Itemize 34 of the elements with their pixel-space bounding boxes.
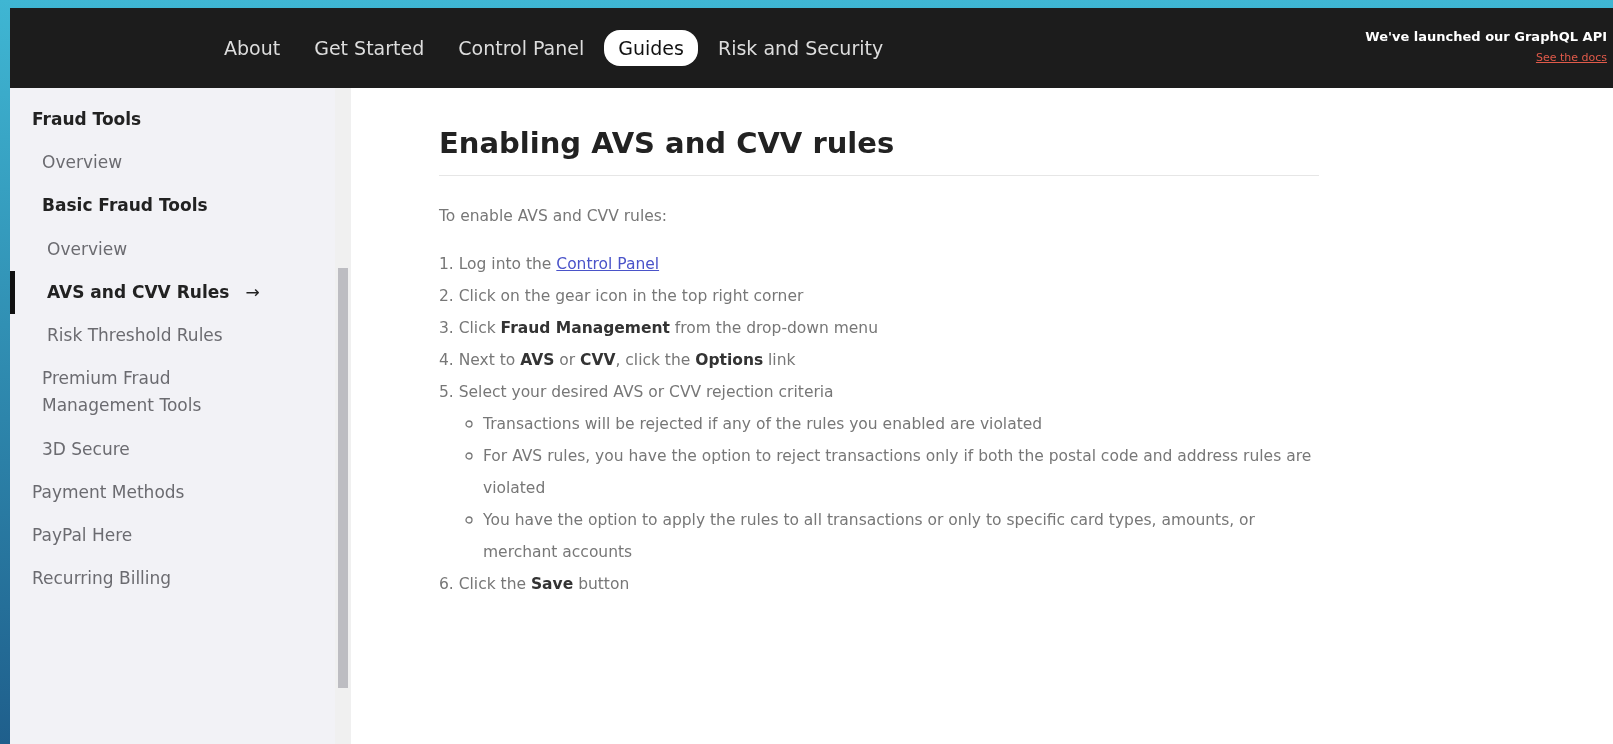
sidebar-item[interactable]: Recurring Billing xyxy=(10,557,335,601)
arrow-icon: → xyxy=(245,281,260,302)
step-text: 3. Click Fraud Management from the drop-down menu xyxy=(439,317,879,339)
sidebar-item[interactable]: Payment Methods xyxy=(10,470,335,514)
scrollbar[interactable] xyxy=(335,88,351,744)
nav-tab[interactable]: Control Panel xyxy=(444,29,599,67)
sidebar-item[interactable]: PayPal Here xyxy=(10,513,335,558)
step-text: 1. Log into the Control Panel xyxy=(439,253,661,275)
sidebar-item[interactable]: Fraud Tools xyxy=(10,98,335,142)
sidebar-item[interactable]: Risk Threshold Rules xyxy=(10,313,335,358)
step-text: 4. Next to AVS or CVV, click the Options link xyxy=(439,349,797,371)
sidebar-item[interactable]: Overview xyxy=(10,227,335,271)
sidebar-item[interactable]: Premium Fraud Management Tools xyxy=(10,357,250,428)
article-title: Enabling AVS and CVV rules xyxy=(439,126,1319,176)
step-text: 6. Click the Save button xyxy=(439,573,631,595)
control-panel-link[interactable]: Control Panel xyxy=(556,254,660,273)
step-text: 2. Click on the gear icon in the top right corner xyxy=(439,285,805,307)
bullet-icon xyxy=(465,419,473,428)
docs-link[interactable]: See the docs xyxy=(1535,51,1607,65)
sidebar-item[interactable]: Overview xyxy=(10,141,335,185)
sidebar-item[interactable]: Basic Fraud Tools xyxy=(10,184,335,228)
announcement-text: We've launched our GraphQL API xyxy=(1365,29,1607,47)
intro-text: To enable AVS and CVV rules: xyxy=(439,205,669,227)
substep-text: For AVS rules, you have the option to reject transactions only if both the postal code and address rules are violated xyxy=(483,445,1313,499)
nav-tab[interactable]: Guides xyxy=(604,29,698,67)
nav-tab[interactable]: Get Started xyxy=(300,29,439,67)
nav-tab[interactable]: Risk and Security xyxy=(703,29,898,67)
bullet-icon xyxy=(465,515,473,524)
bullet-icon xyxy=(465,451,473,460)
step-text: 5. Select your desired AVS or CVV rejection criteria xyxy=(439,381,835,403)
nav-tab[interactable]: About xyxy=(210,29,295,67)
scrollbar-thumb[interactable] xyxy=(338,268,348,688)
substep-text: Transactions will be rejected if any of the rules you enabled are violated xyxy=(483,413,1043,435)
sidebar-item[interactable]: 3D Secure xyxy=(10,427,335,471)
